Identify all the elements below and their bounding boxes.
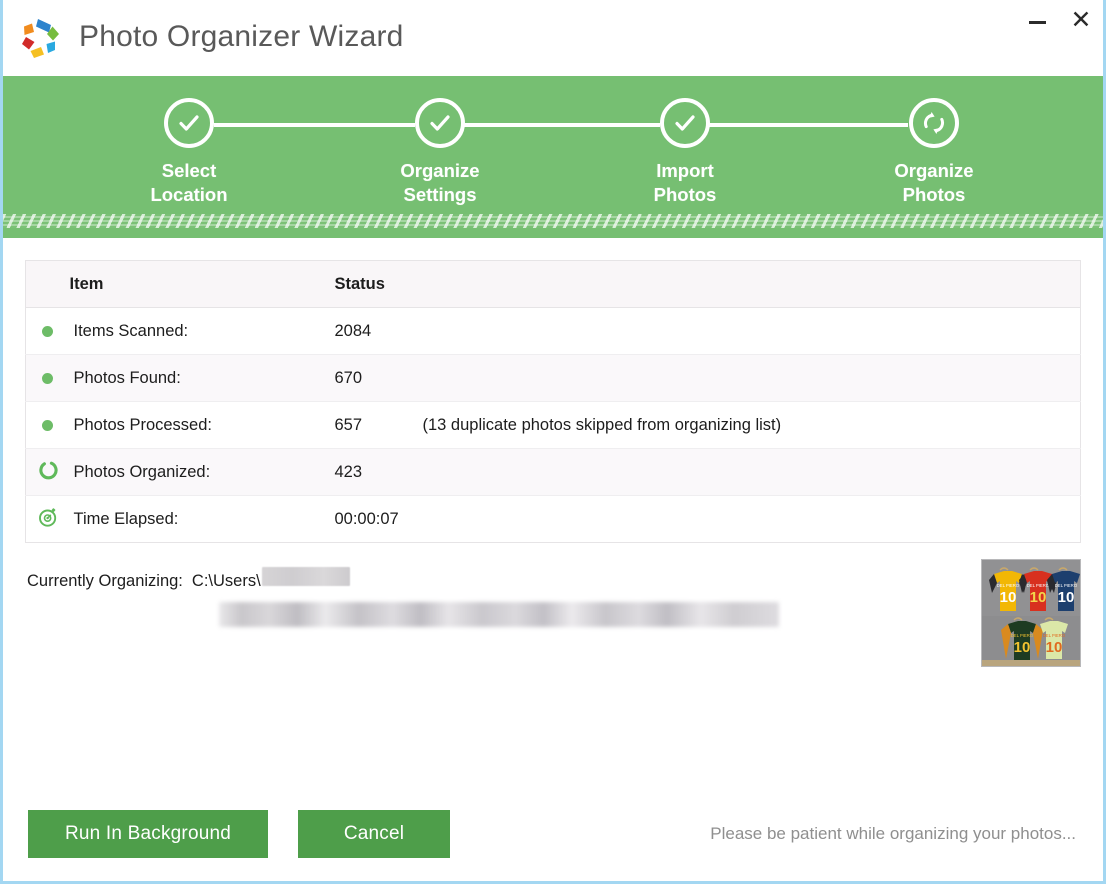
window-controls: ✕ (1015, 0, 1103, 50)
close-glyph: ✕ (1071, 8, 1092, 33)
step-label: Organize Settings (360, 159, 520, 208)
minimize-icon[interactable] (1015, 0, 1059, 44)
svg-text:10: 10 (1014, 639, 1031, 656)
footer-status-text: Please be patient while organizing your … (710, 824, 1078, 844)
currently-organizing-path: C:\Users\ (192, 572, 261, 591)
status-table: Item Status Items Scanned: 2084 (25, 260, 1081, 543)
step-organize-settings[interactable]: Organize Settings (360, 98, 520, 208)
row-item-label: Photos Found: (70, 355, 335, 402)
svg-text:DEL PIERO: DEL PIERO (1043, 633, 1066, 638)
green-dot-icon (42, 373, 53, 384)
wizard-stepper-band: Select Location Organize Settings Import… (3, 76, 1103, 238)
row-icon-cell (26, 402, 70, 449)
row-status-value: 670 (335, 355, 423, 402)
table-row: Photos Organized: 423 (26, 449, 1081, 496)
row-item-label: Items Scanned: (70, 308, 335, 355)
row-icon-cell (26, 496, 70, 543)
currently-organizing-line: Currently Organizing: C:\Users\ (27, 567, 961, 591)
progress-hatch-strip (3, 214, 1103, 228)
row-status-value: 00:00:07 (335, 496, 423, 543)
row-note (423, 496, 1081, 543)
row-status-value: 657 (335, 402, 423, 449)
green-dot-icon (42, 326, 53, 337)
table-header-spacer (26, 261, 70, 308)
green-dot-icon (42, 420, 53, 431)
check-icon (164, 98, 214, 148)
redacted-username (262, 567, 350, 586)
svg-text:10: 10 (1000, 589, 1017, 606)
row-note: (13 duplicate photos skipped from organi… (423, 402, 1081, 449)
run-in-background-button[interactable]: Run In Background (28, 810, 268, 858)
app-logo-icon (17, 15, 63, 61)
currently-organizing-label: Currently Organizing: (27, 572, 183, 591)
row-icon-cell (26, 308, 70, 355)
table-header-item: Item (70, 261, 335, 308)
step-label: Select Location (109, 159, 269, 208)
sync-arrows-icon (909, 98, 959, 148)
svg-text:10: 10 (1046, 639, 1063, 656)
cancel-button[interactable]: Cancel (298, 810, 450, 858)
svg-text:DEL PIERO: DEL PIERO (1011, 633, 1034, 638)
row-icon-cell (26, 355, 70, 402)
step-label: Organize Photos (854, 159, 1014, 208)
table-header-row: Item Status (26, 261, 1081, 308)
row-status-value: 423 (335, 449, 423, 496)
svg-text:10: 10 (1030, 589, 1047, 606)
step-select-location[interactable]: Select Location (109, 98, 269, 208)
app-window: Photo Organizer Wizard ✕ Select Location (0, 0, 1106, 884)
table-row: Photos Processed: 657 (13 duplicate phot… (26, 402, 1081, 449)
row-icon-cell (26, 449, 70, 496)
step-organize-photos[interactable]: Organize Photos (854, 98, 1014, 208)
row-item-label: Photos Processed: (70, 402, 335, 449)
step-import-photos[interactable]: Import Photos (605, 98, 765, 208)
currently-organizing-text: Currently Organizing: C:\Users\ (27, 567, 961, 627)
svg-text:DEL PIERO: DEL PIERO (1027, 583, 1050, 588)
svg-text:DEL PIERO: DEL PIERO (1055, 583, 1078, 588)
row-status-value: 2084 (335, 308, 423, 355)
check-icon (415, 98, 465, 148)
check-icon (660, 98, 710, 148)
row-note (423, 308, 1081, 355)
table-row: Time Elapsed: 00:00:07 (26, 496, 1081, 543)
row-note (423, 355, 1081, 402)
close-icon[interactable]: ✕ (1059, 0, 1103, 44)
footer-bar: Run In Background Cancel Please be patie… (6, 790, 1100, 878)
svg-text:DEL PIERO: DEL PIERO (997, 583, 1020, 588)
row-note (423, 449, 1081, 496)
svg-text:10: 10 (1058, 589, 1075, 606)
step-label: Import Photos (605, 159, 765, 208)
table-row: Photos Found: 670 (26, 355, 1081, 402)
spinner-arc-icon (37, 459, 58, 485)
table-row: Items Scanned: 2084 (26, 308, 1081, 355)
app-title: Photo Organizer Wizard (79, 22, 404, 55)
stopwatch-icon (37, 506, 59, 533)
main-content: Item Status Items Scanned: 2084 (3, 260, 1103, 667)
table-header-status: Status (335, 261, 1081, 308)
row-item-label: Time Elapsed: (70, 496, 335, 543)
row-item-label: Photos Organized: (70, 449, 335, 496)
photo-thumbnail-jerseys: DEL PIERO 10 DEL PIERO 10 DEL PIERO 10 (981, 559, 1081, 667)
title-bar: Photo Organizer Wizard ✕ (3, 0, 1103, 76)
currently-organizing-section: Currently Organizing: C:\Users\ (25, 567, 1081, 667)
redacted-filepath (219, 602, 779, 627)
